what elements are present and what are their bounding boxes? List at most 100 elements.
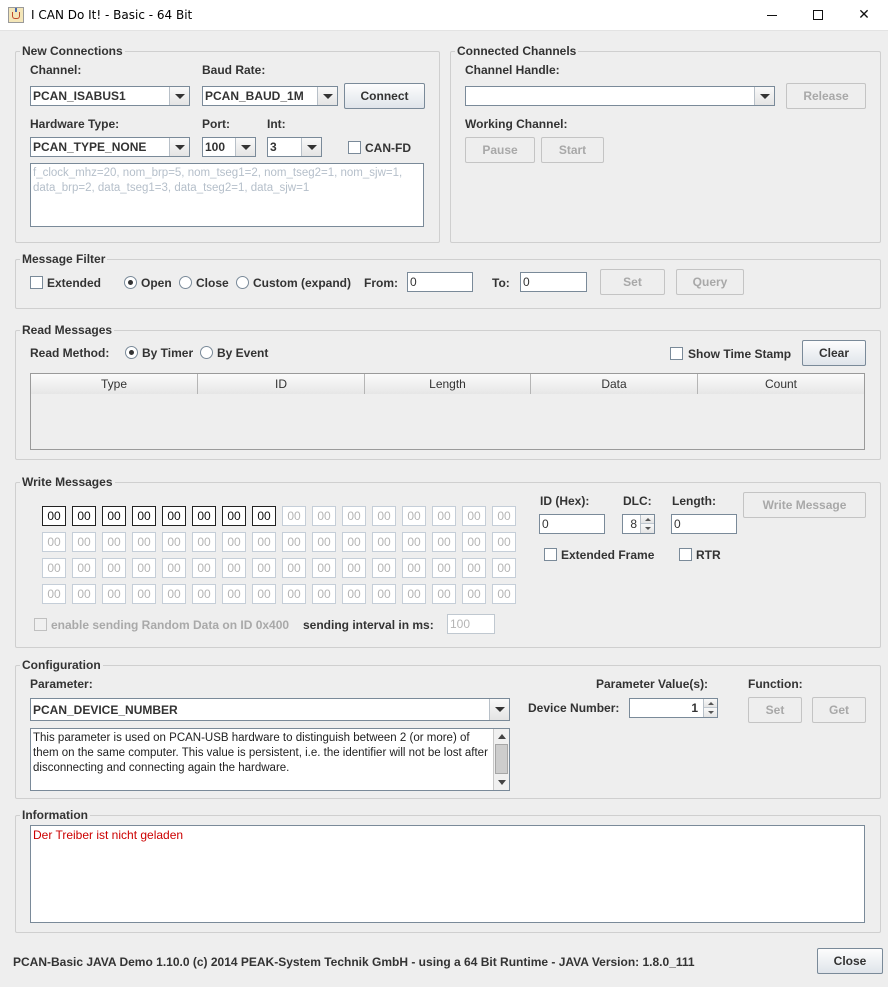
data-byte-input[interactable]: 00 [282,532,306,552]
device-number-spinner[interactable]: 1 [629,698,718,718]
data-byte-input[interactable]: 00 [252,532,276,552]
data-byte-input[interactable]: 00 [192,558,216,578]
random-data-checkbox[interactable] [34,618,47,631]
data-byte-input[interactable]: 00 [192,506,216,526]
connect-button[interactable]: Connect [344,83,425,109]
data-byte-input[interactable]: 00 [402,584,426,604]
data-byte-input[interactable]: 00 [72,532,96,552]
data-byte-input[interactable]: 00 [192,584,216,604]
show-timestamp-checkbox[interactable] [670,347,683,360]
data-byte-input[interactable]: 00 [42,558,66,578]
filter-from-input[interactable]: 0 [407,272,473,292]
data-byte-input[interactable]: 00 [102,506,126,526]
column-header-type[interactable]: Type [31,374,198,394]
data-byte-input[interactable]: 00 [342,506,366,526]
data-byte-input[interactable]: 00 [342,558,366,578]
write-message-button[interactable]: Write Message [743,492,866,518]
column-header-id[interactable]: ID [198,374,365,394]
rtr-checkbox[interactable] [679,548,692,561]
data-byte-input[interactable]: 00 [402,558,426,578]
int-combo[interactable]: 3 [267,137,322,157]
filter-close-radio[interactable] [179,276,192,289]
data-byte-input[interactable]: 00 [492,558,516,578]
extended-filter-checkbox[interactable] [30,276,43,289]
data-byte-input[interactable]: 00 [282,506,306,526]
data-byte-input[interactable]: 00 [132,506,156,526]
data-byte-input[interactable]: 00 [252,558,276,578]
data-byte-input[interactable]: 00 [492,584,516,604]
parameter-combo[interactable]: PCAN_DEVICE_NUMBER [30,698,510,721]
data-byte-input[interactable]: 00 [402,506,426,526]
data-byte-input[interactable]: 00 [432,558,456,578]
column-header-data[interactable]: Data [531,374,698,394]
data-byte-input[interactable]: 00 [132,558,156,578]
information-log[interactable]: Der Treiber ist nicht geladen [30,825,865,923]
sending-interval-input[interactable]: 100 [447,614,495,634]
scroll-up-icon[interactable] [495,730,508,743]
data-byte-input[interactable]: 00 [402,532,426,552]
baud-rate-combo[interactable]: PCAN_BAUD_1M [202,86,338,106]
data-byte-input[interactable]: 00 [372,532,396,552]
data-byte-input[interactable]: 00 [342,584,366,604]
data-byte-input[interactable]: 00 [312,558,336,578]
data-byte-input[interactable]: 00 [312,584,336,604]
data-byte-input[interactable]: 00 [222,584,246,604]
data-byte-input[interactable]: 00 [102,584,126,604]
data-byte-input[interactable]: 00 [282,584,306,604]
data-byte-input[interactable]: 00 [432,506,456,526]
data-byte-input[interactable]: 00 [432,584,456,604]
data-byte-input[interactable]: 00 [132,532,156,552]
column-header-length[interactable]: Length [365,374,531,394]
data-byte-input[interactable]: 00 [222,558,246,578]
read-by-timer-radio[interactable] [125,346,138,359]
data-byte-input[interactable]: 00 [162,584,186,604]
data-byte-input[interactable]: 00 [462,584,486,604]
extended-frame-checkbox[interactable] [544,548,557,561]
data-byte-input[interactable]: 00 [312,532,336,552]
config-set-button[interactable]: Set [748,697,802,723]
data-byte-input[interactable]: 00 [132,584,156,604]
filter-to-input[interactable]: 0 [520,272,587,292]
data-byte-input[interactable]: 00 [372,558,396,578]
scroll-down-icon[interactable] [495,776,508,789]
channel-handle-combo[interactable] [465,86,775,106]
data-byte-input[interactable]: 00 [102,532,126,552]
data-byte-input[interactable]: 00 [192,532,216,552]
filter-query-button[interactable]: Query [676,269,744,295]
filter-custom-radio[interactable] [236,276,249,289]
data-byte-input[interactable]: 00 [252,584,276,604]
data-byte-input[interactable]: 00 [252,506,276,526]
data-byte-input[interactable]: 00 [42,532,66,552]
id-hex-input[interactable]: 0 [539,514,605,534]
close-button[interactable]: Close [817,948,883,974]
scroll-thumb[interactable] [495,744,508,774]
port-combo[interactable]: 100 [202,137,256,157]
minimize-button[interactable] [749,0,795,31]
filter-open-radio[interactable] [124,276,137,289]
data-byte-input[interactable]: 00 [72,584,96,604]
clear-button[interactable]: Clear [802,340,866,366]
data-byte-input[interactable]: 00 [162,506,186,526]
start-button[interactable]: Start [541,137,604,163]
data-byte-input[interactable]: 00 [72,506,96,526]
pause-button[interactable]: Pause [465,137,535,163]
spinner-arrows-icon[interactable] [703,699,717,717]
data-byte-input[interactable]: 00 [72,558,96,578]
description-scrollbar[interactable] [493,729,509,790]
channel-combo[interactable]: PCAN_ISABUS1 [30,86,190,106]
data-byte-input[interactable]: 00 [342,532,366,552]
can-fd-checkbox[interactable] [348,141,361,154]
data-byte-input[interactable]: 00 [462,532,486,552]
data-byte-input[interactable]: 00 [432,532,456,552]
column-header-count[interactable]: Count [698,374,864,394]
data-byte-input[interactable]: 00 [462,506,486,526]
data-byte-input[interactable]: 00 [372,584,396,604]
read-by-event-radio[interactable] [200,346,213,359]
data-byte-input[interactable]: 00 [492,532,516,552]
data-byte-input[interactable]: 00 [42,506,66,526]
window-close-button[interactable]: ✕ [841,0,887,31]
bitrate-textarea[interactable]: f_clock_mhz=20, nom_brp=5, nom_tseg1=2, … [30,163,424,227]
data-byte-input[interactable]: 00 [102,558,126,578]
length-input[interactable]: 0 [671,514,737,534]
data-byte-input[interactable]: 00 [222,532,246,552]
